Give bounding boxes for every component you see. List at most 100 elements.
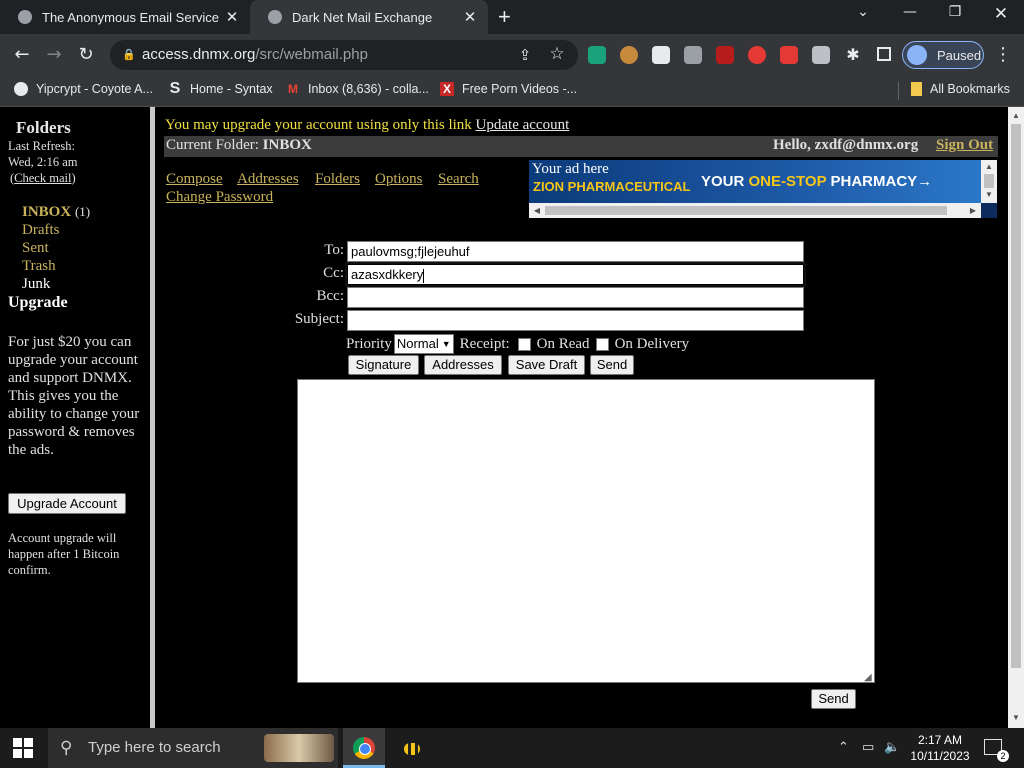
bookmark-gmail[interactable]: M Inbox (8,636) - colla... bbox=[286, 82, 429, 96]
bcc-label: Bcc: bbox=[316, 288, 345, 304]
send-button-bottom[interactable]: Send bbox=[811, 689, 856, 709]
on-read-checkbox[interactable] bbox=[517, 337, 531, 351]
subject-field[interactable] bbox=[347, 310, 804, 331]
close-tab-icon[interactable]: ✕ bbox=[222, 8, 242, 26]
bookmark-syntax[interactable]: S Home - Syntax bbox=[168, 81, 273, 97]
youtube-extension-icon[interactable] bbox=[780, 46, 798, 64]
on-read-label: On Read bbox=[536, 335, 590, 352]
ad-vertical-scrollbar[interactable]: ▲ ▼ bbox=[981, 160, 997, 203]
bookmark-star-icon[interactable]: ☆ bbox=[544, 44, 570, 64]
tab-search-icon[interactable]: ⌄ bbox=[848, 4, 878, 20]
windows-start-icon[interactable] bbox=[13, 738, 33, 758]
folder-sent[interactable]: Sent bbox=[22, 240, 49, 257]
cc-field[interactable]: azasxdkkery bbox=[345, 262, 806, 287]
to-field[interactable]: paulovmsg;fjlejeuhuf bbox=[347, 241, 804, 262]
menu-folders[interactable]: Folders bbox=[315, 171, 360, 188]
message-body-textarea[interactable] bbox=[297, 379, 875, 683]
on-delivery-checkbox[interactable] bbox=[595, 337, 609, 351]
globe-icon bbox=[268, 10, 282, 24]
all-bookmarks[interactable]: All Bookmarks bbox=[911, 82, 1010, 96]
folder-inbox-label[interactable]: INBOX bbox=[22, 204, 71, 220]
menu-change-password[interactable]: Change Password bbox=[166, 189, 273, 206]
extension-red-icon[interactable] bbox=[748, 46, 766, 64]
on-delivery-label: On Delivery bbox=[614, 335, 690, 352]
search-icon: ⚲ bbox=[60, 738, 73, 757]
ad-horizontal-thumb[interactable] bbox=[545, 206, 947, 215]
check-mail-link[interactable]: Check mail bbox=[14, 171, 71, 185]
show-hidden-icons-icon[interactable]: ⌃ bbox=[838, 740, 849, 755]
menu-kebab-icon[interactable]: ⋮ bbox=[990, 44, 1016, 65]
last-refresh: Last Refresh: Wed, 2:16 am bbox=[8, 138, 77, 170]
minimize-icon[interactable]: — bbox=[895, 4, 925, 20]
close-window-icon[interactable]: ✕ bbox=[986, 4, 1016, 24]
cc-label: Cc: bbox=[323, 265, 344, 281]
folder-junk[interactable]: Junk bbox=[22, 276, 50, 293]
extension-s-icon[interactable] bbox=[588, 46, 606, 64]
ad-tagline: YOUR ONE-STOP PHARMACY→ bbox=[701, 173, 932, 190]
sign-out-link[interactable]: Sign Out bbox=[936, 137, 993, 154]
menu-addresses[interactable]: Addresses bbox=[237, 171, 299, 188]
address-bar[interactable]: 🔒 access.dnmx.org/src/webmail.php bbox=[110, 40, 578, 70]
priority-value: Normal bbox=[396, 336, 439, 351]
addresses-button[interactable]: Addresses bbox=[424, 355, 502, 375]
priority-select[interactable]: Normal ▼ bbox=[393, 334, 454, 354]
extension-image-icon[interactable] bbox=[684, 46, 702, 64]
share-icon[interactable]: ⇪ bbox=[512, 46, 538, 64]
scroll-up-icon[interactable]: ▲ bbox=[981, 162, 997, 171]
bookmark-label: Free Porn Videos -... bbox=[462, 82, 578, 96]
volume-icon[interactable]: 🔈 bbox=[884, 740, 900, 755]
page-scroll-thumb[interactable] bbox=[1011, 124, 1021, 668]
search-placeholder: Type here to search bbox=[88, 739, 221, 756]
folder-inbox[interactable]: INBOX (1) bbox=[22, 204, 90, 221]
cookie-icon[interactable] bbox=[620, 46, 638, 64]
upgrade-heading: Upgrade bbox=[8, 294, 68, 311]
upgrade-account-button[interactable]: Upgrade Account bbox=[8, 493, 126, 514]
lock-icon: 🔒 bbox=[122, 49, 136, 61]
forward-icon[interactable]: → bbox=[41, 44, 67, 65]
current-folder-name: INBOX bbox=[262, 137, 312, 153]
extensions-puzzle-icon[interactable]: ✱ bbox=[840, 45, 866, 64]
bookmark-free-videos[interactable]: X Free Porn Videos -... bbox=[440, 82, 577, 96]
side-panel-icon[interactable] bbox=[877, 47, 891, 61]
menu-compose[interactable]: Compose bbox=[166, 171, 223, 188]
ad-tagline-1: YOUR bbox=[701, 173, 745, 190]
signature-button[interactable]: Signature bbox=[348, 355, 419, 375]
scroll-right-icon[interactable]: ▶ bbox=[965, 206, 981, 215]
extension-glasses-icon[interactable] bbox=[652, 46, 670, 64]
back-icon[interactable]: ← bbox=[9, 44, 35, 65]
priority-label: Priority bbox=[346, 335, 392, 352]
update-account-link[interactable]: Update account bbox=[476, 117, 570, 133]
ad-banner[interactable]: Your ad here ZION PHARMACEUTICAL YOUR ON… bbox=[529, 160, 997, 218]
taskbar-search[interactable]: ⚲ Type here to search bbox=[48, 728, 338, 768]
ublock-icon[interactable] bbox=[716, 46, 734, 64]
tab-dark-net-mail[interactable]: Dark Net Mail Exchange ✕ bbox=[250, 0, 488, 34]
scroll-down-icon[interactable]: ▼ bbox=[981, 190, 997, 199]
folder-drafts[interactable]: Drafts bbox=[22, 222, 60, 239]
taskbar-clock[interactable]: 2:17 AM 10/11/2023 bbox=[910, 732, 970, 764]
current-folder: Current Folder: INBOX bbox=[166, 137, 312, 154]
bcc-field[interactable] bbox=[347, 287, 804, 308]
profile-button[interactable]: Paused bbox=[902, 41, 984, 69]
upgrade-notice: You may upgrade your account using only … bbox=[165, 117, 569, 134]
ad-scroll-thumb[interactable] bbox=[984, 174, 994, 188]
bookmark-yipcrypt[interactable]: Yipcrypt - Coyote A... bbox=[14, 82, 153, 96]
scroll-up-icon[interactable]: ▲ bbox=[1008, 111, 1024, 120]
check-mail[interactable]: (Check mail) bbox=[10, 171, 76, 186]
all-bookmarks-label: All Bookmarks bbox=[930, 82, 1010, 96]
new-tab-icon[interactable]: + bbox=[498, 4, 511, 30]
menu-search[interactable]: Search bbox=[438, 171, 479, 188]
resize-grip-icon[interactable]: ◢ bbox=[864, 672, 872, 683]
restore-icon[interactable]: ❐ bbox=[940, 4, 970, 20]
menu-options[interactable]: Options bbox=[375, 171, 423, 188]
send-button[interactable]: Send bbox=[590, 355, 634, 375]
network-icon[interactable]: ▭ bbox=[862, 740, 874, 755]
scroll-left-icon[interactable]: ◀ bbox=[529, 206, 545, 215]
scroll-down-icon[interactable]: ▼ bbox=[1008, 713, 1024, 722]
close-tab-icon[interactable]: ✕ bbox=[460, 8, 480, 26]
taskbar-app-bee-icon[interactable] bbox=[401, 737, 423, 759]
folder-trash[interactable]: Trash bbox=[22, 258, 56, 275]
reload-icon[interactable]: ↻ bbox=[73, 44, 99, 65]
extension-gray-icon[interactable] bbox=[812, 46, 830, 64]
save-draft-button[interactable]: Save Draft bbox=[508, 355, 585, 375]
tab-anonymous-email[interactable]: The Anonymous Email Service Fo ✕ bbox=[0, 0, 250, 34]
